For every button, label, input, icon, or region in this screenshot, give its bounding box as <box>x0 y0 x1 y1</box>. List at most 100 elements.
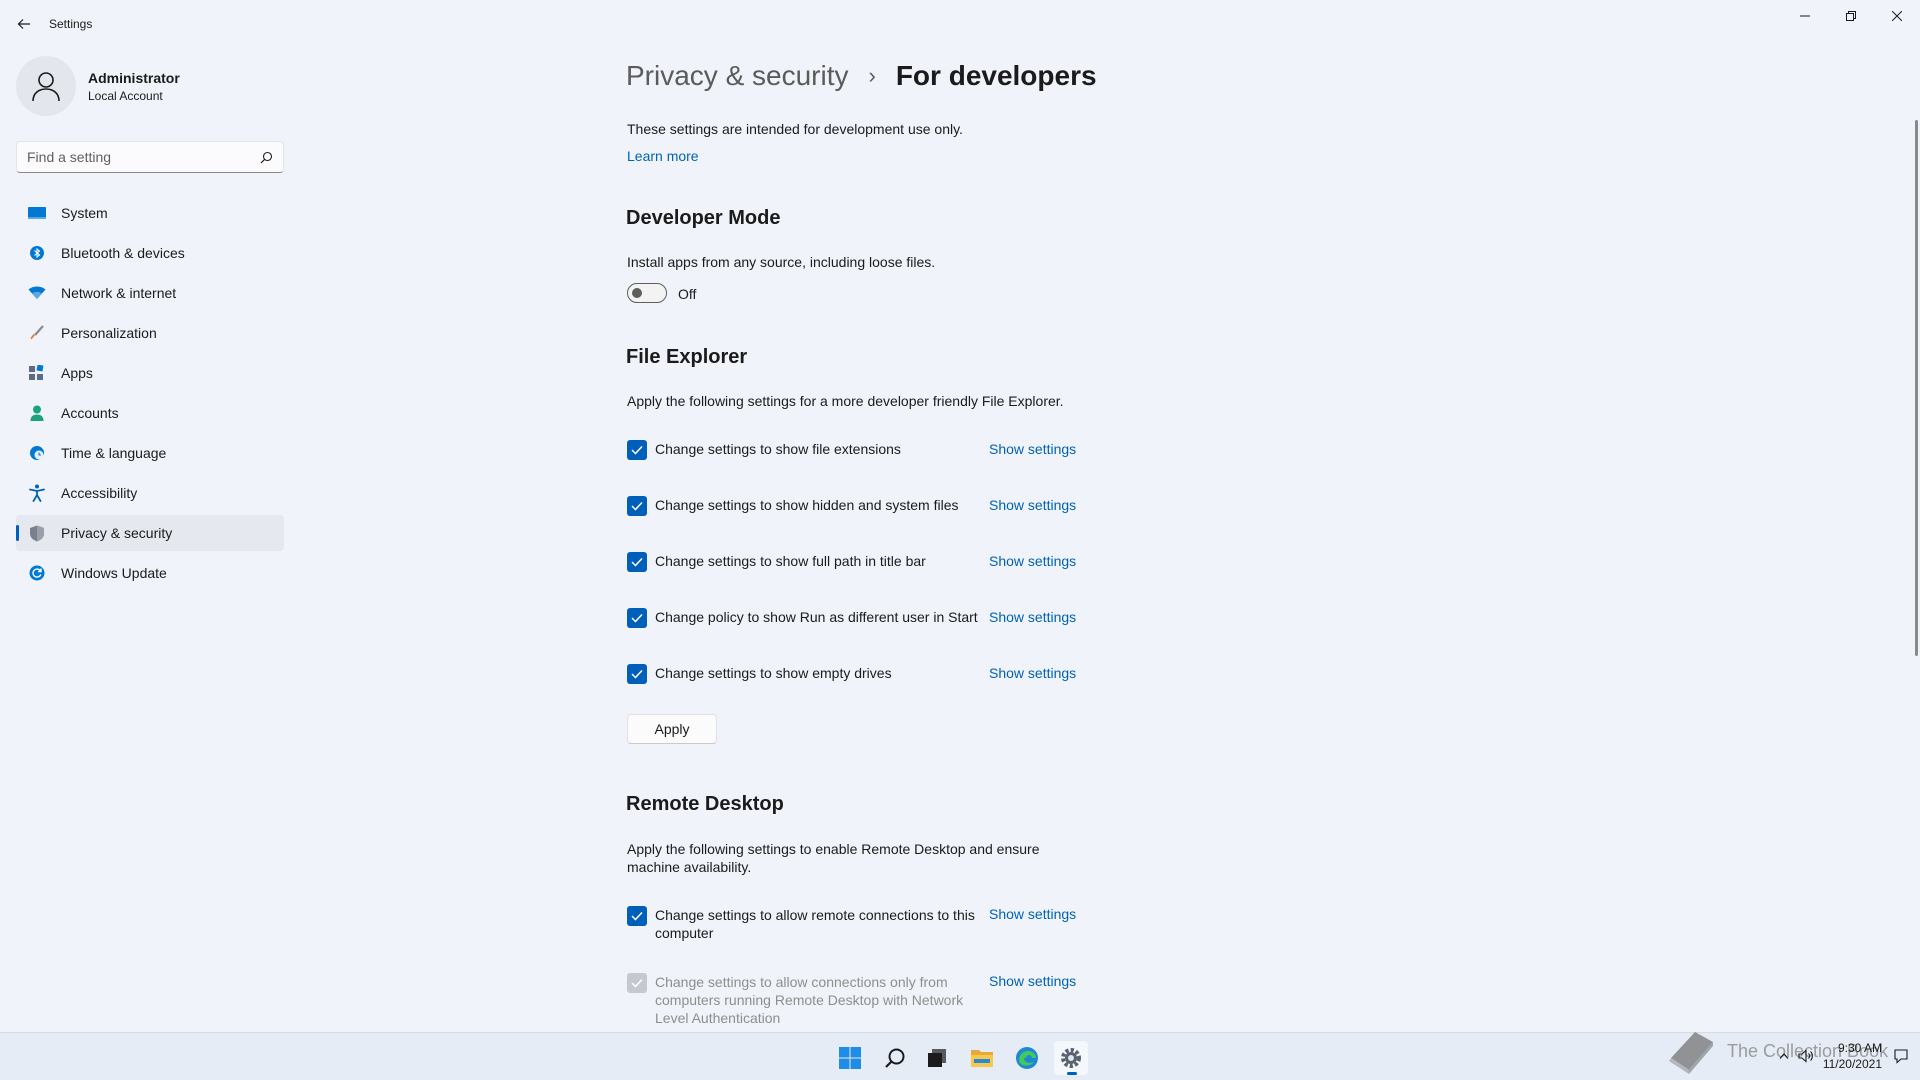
show-settings-link[interactable]: Show settings <box>989 665 1076 681</box>
developer-mode-toggle[interactable] <box>627 283 667 303</box>
update-icon <box>27 563 47 583</box>
bluetooth-icon <box>27 243 47 263</box>
wifi-icon <box>27 283 47 303</box>
selection-indicator <box>16 525 19 541</box>
sidebar-item-apps[interactable]: Apps <box>16 355 284 391</box>
file-explorer-description: Apply the following settings for a more … <box>627 393 1064 409</box>
sidebar-item-accounts[interactable]: Accounts <box>16 395 284 431</box>
sidebar-item-personalization[interactable]: Personalization <box>16 315 284 351</box>
person-icon <box>32 72 60 102</box>
chevron-up-icon <box>1779 1053 1789 1059</box>
taskbar-search-button[interactable] <box>878 1041 912 1075</box>
network-level-auth-label: Change settings to allow connections onl… <box>655 974 964 1026</box>
vertical-scrollbar[interactable] <box>1915 120 1918 656</box>
volume-button[interactable] <box>1795 1045 1817 1067</box>
accessibility-icon <box>27 483 47 503</box>
breadcrumb-parent[interactable]: Privacy & security <box>626 60 849 92</box>
speaker-icon <box>1798 1049 1813 1063</box>
show-settings-link[interactable]: Show settings <box>989 906 1076 922</box>
account-type: Local Account <box>88 88 163 103</box>
show-settings-link[interactable]: Show settings <box>989 973 1076 989</box>
globe-clock-icon <box>27 443 47 463</box>
sidebar-item-label: Personalization <box>61 325 157 341</box>
sidebar-item-label: Windows Update <box>61 565 167 581</box>
shield-icon <box>27 523 47 543</box>
taskbar <box>0 1032 1920 1080</box>
show-empty-drives-label: Change settings to show empty drives <box>655 665 892 681</box>
show-settings-link[interactable]: Show settings <box>989 441 1076 457</box>
sidebar-item-privacy-security[interactable]: Privacy & security <box>16 515 284 551</box>
avatar <box>16 56 76 116</box>
user-profile[interactable]: Administrator Local Account <box>16 56 180 116</box>
sidebar-item-bluetooth-devices[interactable]: Bluetooth & devices <box>16 235 284 271</box>
title-bar: Settings <box>0 0 1920 48</box>
remote-desktop-heading: Remote Desktop <box>626 793 784 815</box>
sidebar-item-label: Privacy & security <box>61 525 173 541</box>
search-icon <box>260 151 273 163</box>
restore-button[interactable] <box>1828 0 1874 32</box>
app-title: Settings <box>49 17 93 31</box>
checkmark-icon <box>631 557 643 567</box>
learn-more-link[interactable]: Learn more <box>627 148 699 164</box>
sidebar-item-label: System <box>61 205 108 221</box>
checkmark-icon <box>631 613 643 623</box>
sidebar-item-time-language[interactable]: Time & language <box>16 435 284 471</box>
show-hidden-icons-button[interactable] <box>1773 1045 1795 1067</box>
checkmark-icon <box>631 669 643 679</box>
sidebar-item-system[interactable]: System <box>16 195 284 231</box>
show-file-extensions-checkbox[interactable] <box>627 440 647 460</box>
show-file-extensions-label: Change settings to show file extensions <box>655 441 901 457</box>
allow-remote-connections-checkbox[interactable] <box>627 906 647 926</box>
show-hidden-files-checkbox[interactable] <box>627 496 647 516</box>
back-button[interactable] <box>12 12 36 36</box>
clock[interactable]: 9:30 AM 11/20/2021 <box>1823 1040 1882 1072</box>
windows-start-icon <box>839 1047 861 1069</box>
sidebar-item-label: Time & language <box>61 445 167 461</box>
sidebar-item-network-internet[interactable]: Network & internet <box>16 275 284 311</box>
show-settings-link[interactable]: Show settings <box>989 609 1076 625</box>
show-settings-link[interactable]: Show settings <box>989 497 1076 513</box>
sidebar-item-label: Accessibility <box>61 485 138 501</box>
start-button[interactable] <box>833 1041 867 1075</box>
brush-icon <box>27 323 47 343</box>
file-explorer-icon <box>971 1050 993 1067</box>
notification-icon <box>1894 1049 1908 1064</box>
run-as-different-user-label: Change policy to show Run as different u… <box>655 609 978 625</box>
show-settings-link[interactable]: Show settings <box>989 553 1076 569</box>
developer-mode-toggle-state: Off <box>678 286 697 302</box>
close-button[interactable] <box>1874 0 1920 32</box>
task-view-icon <box>928 1049 946 1067</box>
file-explorer-heading: File Explorer <box>626 346 748 368</box>
developer-mode-description: Install apps from any source, including … <box>627 254 936 270</box>
restore-icon <box>1846 11 1856 21</box>
sidebar-item-windows-update[interactable]: Windows Update <box>16 555 284 591</box>
person-icon <box>27 403 47 423</box>
run-as-different-user-checkbox[interactable] <box>627 608 647 628</box>
task-view-button[interactable] <box>920 1041 954 1075</box>
edge-icon <box>1016 1047 1038 1069</box>
sidebar-item-accessibility[interactable]: Accessibility <box>16 475 284 511</box>
apply-button[interactable]: Apply <box>627 714 717 744</box>
minimize-button[interactable] <box>1782 0 1828 32</box>
clock-date: 11/20/2021 <box>1822 1057 1882 1071</box>
close-icon <box>1892 11 1902 21</box>
active-app-indicator <box>1067 1072 1077 1075</box>
settings-icon <box>1061 1048 1081 1068</box>
show-hidden-files-label: Change settings to show hidden and syste… <box>655 497 959 513</box>
search-input[interactable] <box>27 149 260 165</box>
checkmark-icon <box>631 978 643 988</box>
sidebar-item-label: Network & internet <box>61 285 177 301</box>
show-full-path-checkbox[interactable] <box>627 552 647 572</box>
intro-text: These settings are intended for developm… <box>627 121 963 137</box>
sidebar-item-label: Apps <box>61 365 93 381</box>
settings-taskbar-button[interactable] <box>1054 1041 1088 1075</box>
show-empty-drives-checkbox[interactable] <box>627 664 647 684</box>
checkmark-icon <box>631 911 643 921</box>
file-explorer-button[interactable] <box>965 1041 999 1075</box>
edge-button[interactable] <box>1010 1041 1044 1075</box>
toggle-knob <box>632 288 642 298</box>
breadcrumb: Privacy & security › For developers <box>626 56 1097 96</box>
notification-center-button[interactable] <box>1890 1045 1912 1067</box>
search-box[interactable] <box>16 141 284 173</box>
sidebar-item-label: Accounts <box>61 405 119 421</box>
